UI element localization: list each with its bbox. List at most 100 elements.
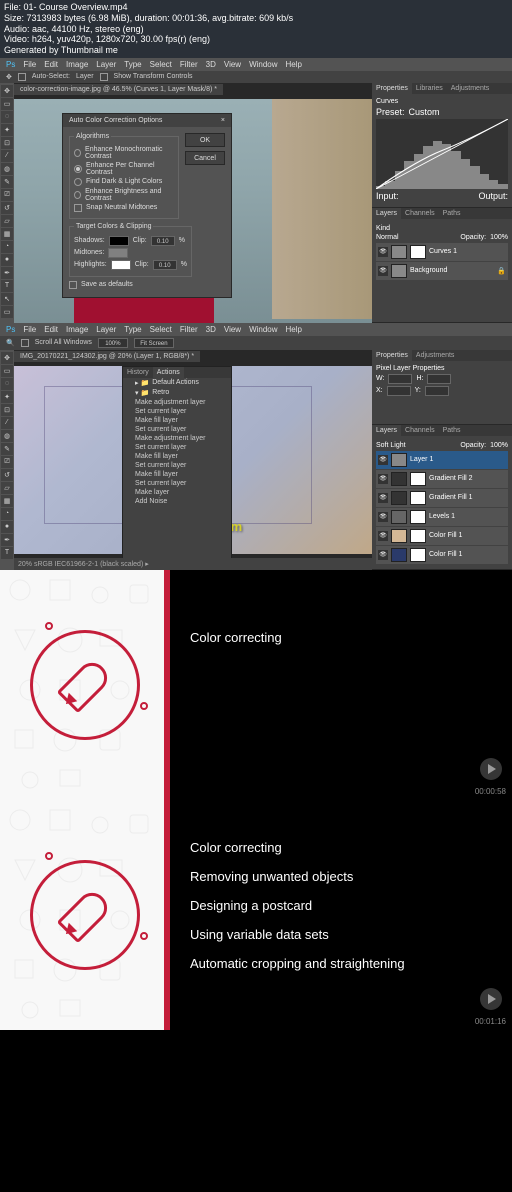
- action-item[interactable]: Make adjustment layer: [123, 398, 231, 407]
- tab-properties[interactable]: Properties: [372, 83, 412, 94]
- menu-image[interactable]: Image: [66, 325, 88, 334]
- action-item[interactable]: Make fill layer: [123, 470, 231, 479]
- menu-layer[interactable]: Layer: [96, 60, 116, 69]
- ok-button[interactable]: OK: [185, 133, 225, 147]
- radio-darklight[interactable]: [74, 178, 82, 186]
- menu-edit[interactable]: Edit: [44, 60, 58, 69]
- heal-tool-icon[interactable]: ◍: [1, 430, 13, 442]
- menu-type[interactable]: Type: [124, 325, 141, 334]
- action-item[interactable]: Set current layer: [123, 479, 231, 488]
- brush-tool-icon[interactable]: ✎: [1, 176, 13, 188]
- layer-row[interactable]: 👁Layer 1: [376, 451, 508, 469]
- visibility-icon[interactable]: 👁: [378, 512, 388, 522]
- layer-row[interactable]: 👁Gradient Fill 2: [376, 470, 508, 488]
- path-tool-icon[interactable]: ↖: [1, 293, 13, 305]
- blend-mode[interactable]: Normal: [376, 234, 399, 241]
- tab-paths[interactable]: Paths: [439, 208, 465, 219]
- play-icon[interactable]: [480, 988, 502, 1010]
- visibility-icon[interactable]: 👁: [378, 266, 388, 276]
- lasso-tool-icon[interactable]: ◌: [1, 378, 13, 390]
- menu-view[interactable]: View: [224, 60, 241, 69]
- layer-row[interactable]: 👁Levels 1: [376, 508, 508, 526]
- menu-file[interactable]: File: [23, 60, 36, 69]
- highlights-swatch[interactable]: [111, 260, 131, 270]
- scroll-check[interactable]: [21, 339, 29, 347]
- menu-layer[interactable]: Layer: [96, 325, 116, 334]
- blur-tool-icon[interactable]: ◔: [1, 508, 13, 520]
- x-input[interactable]: [387, 386, 411, 396]
- shape-tool-icon[interactable]: ▭: [1, 306, 13, 318]
- type-tool-icon[interactable]: T: [1, 547, 13, 559]
- marquee-tool-icon[interactable]: ▭: [1, 98, 13, 110]
- tab-channels[interactable]: Channels: [401, 425, 439, 436]
- menu-file[interactable]: File: [23, 325, 36, 334]
- menu-select[interactable]: Select: [150, 325, 172, 334]
- type-tool-icon[interactable]: T: [1, 280, 13, 292]
- menu-select[interactable]: Select: [150, 60, 172, 69]
- action-folder[interactable]: ▸ 📁 Default Actions: [123, 378, 231, 388]
- pen-tool-icon[interactable]: ✒: [1, 534, 13, 546]
- document-tab[interactable]: color-correction-image.jpg @ 46.5% (Curv…: [14, 84, 223, 95]
- action-item[interactable]: Set current layer: [123, 461, 231, 470]
- tab-actions[interactable]: Actions: [153, 367, 184, 378]
- radio-brightness[interactable]: [74, 191, 81, 199]
- stamp-tool-icon[interactable]: ⎚: [1, 456, 13, 468]
- menu-help[interactable]: Help: [286, 60, 302, 69]
- menu-3d[interactable]: 3D: [206, 60, 216, 69]
- action-item[interactable]: Make fill layer: [123, 416, 231, 425]
- action-item[interactable]: Set current layer: [123, 407, 231, 416]
- eyedropper-tool-icon[interactable]: ⁄: [1, 150, 13, 162]
- gradient-tool-icon[interactable]: ▦: [1, 495, 13, 507]
- cancel-button[interactable]: Cancel: [185, 151, 225, 165]
- menu-help[interactable]: Help: [286, 325, 302, 334]
- opacity-value[interactable]: 100%: [490, 234, 508, 241]
- close-icon[interactable]: ×: [221, 117, 225, 124]
- tab-paths[interactable]: Paths: [439, 425, 465, 436]
- tab-layers[interactable]: Layers: [372, 208, 401, 219]
- blend-mode[interactable]: Soft Light: [376, 442, 406, 449]
- menu-type[interactable]: Type: [124, 60, 141, 69]
- layer-background[interactable]: 👁Background🔒: [376, 262, 508, 280]
- menu-filter[interactable]: Filter: [180, 325, 198, 334]
- tab-layers[interactable]: Layers: [372, 425, 401, 436]
- snap-check[interactable]: [74, 204, 82, 212]
- tab-libraries[interactable]: Libraries: [412, 83, 447, 94]
- marquee-tool-icon[interactable]: ▭: [1, 365, 13, 377]
- move-tool-icon[interactable]: ✥: [1, 352, 13, 364]
- fit-screen-button[interactable]: Fit Screen: [134, 338, 174, 348]
- auto-select-check[interactable]: [18, 73, 26, 81]
- action-item[interactable]: Set current layer: [123, 443, 231, 452]
- action-item[interactable]: Make adjustment layer: [123, 434, 231, 443]
- menu-edit[interactable]: Edit: [44, 325, 58, 334]
- history-brush-icon[interactable]: ↺: [1, 469, 13, 481]
- menu-3d[interactable]: 3D: [206, 325, 216, 334]
- layer-row[interactable]: 👁Color Fill 1: [376, 527, 508, 545]
- visibility-icon[interactable]: 👁: [378, 474, 388, 484]
- lasso-tool-icon[interactable]: ◌: [1, 111, 13, 123]
- visibility-icon[interactable]: 👁: [378, 531, 388, 541]
- menu-window[interactable]: Window: [249, 60, 277, 69]
- blur-tool-icon[interactable]: ◔: [1, 241, 13, 253]
- preset-value[interactable]: Custom: [409, 107, 440, 117]
- visibility-icon[interactable]: 👁: [378, 455, 388, 465]
- wand-tool-icon[interactable]: ✦: [1, 391, 13, 403]
- move-tool-icon[interactable]: ✥: [1, 85, 13, 97]
- menu-image[interactable]: Image: [66, 60, 88, 69]
- action-item[interactable]: Make fill layer: [123, 452, 231, 461]
- layer-row[interactable]: 👁Color Fill 1: [376, 546, 508, 564]
- eraser-tool-icon[interactable]: ▱: [1, 482, 13, 494]
- visibility-icon[interactable]: 👁: [378, 550, 388, 560]
- tab-properties[interactable]: Properties: [372, 350, 412, 361]
- shadows-clip-input[interactable]: 0.10: [151, 236, 175, 246]
- brush-tool-icon[interactable]: ✎: [1, 443, 13, 455]
- save-defaults-check[interactable]: [69, 281, 77, 289]
- visibility-icon[interactable]: 👁: [378, 493, 388, 503]
- shadows-swatch[interactable]: [109, 236, 129, 246]
- pen-tool-icon[interactable]: ✒: [1, 267, 13, 279]
- crop-tool-icon[interactable]: ⊡: [1, 137, 13, 149]
- radio-mono[interactable]: [74, 149, 81, 157]
- stamp-tool-icon[interactable]: ⎚: [1, 189, 13, 201]
- layer-curves[interactable]: 👁Curves 1: [376, 243, 508, 261]
- document-tab[interactable]: IMG_20170221_124302.jpg @ 20% (Layer 1, …: [14, 351, 200, 362]
- layer-row[interactable]: 👁Gradient Fill 1: [376, 489, 508, 507]
